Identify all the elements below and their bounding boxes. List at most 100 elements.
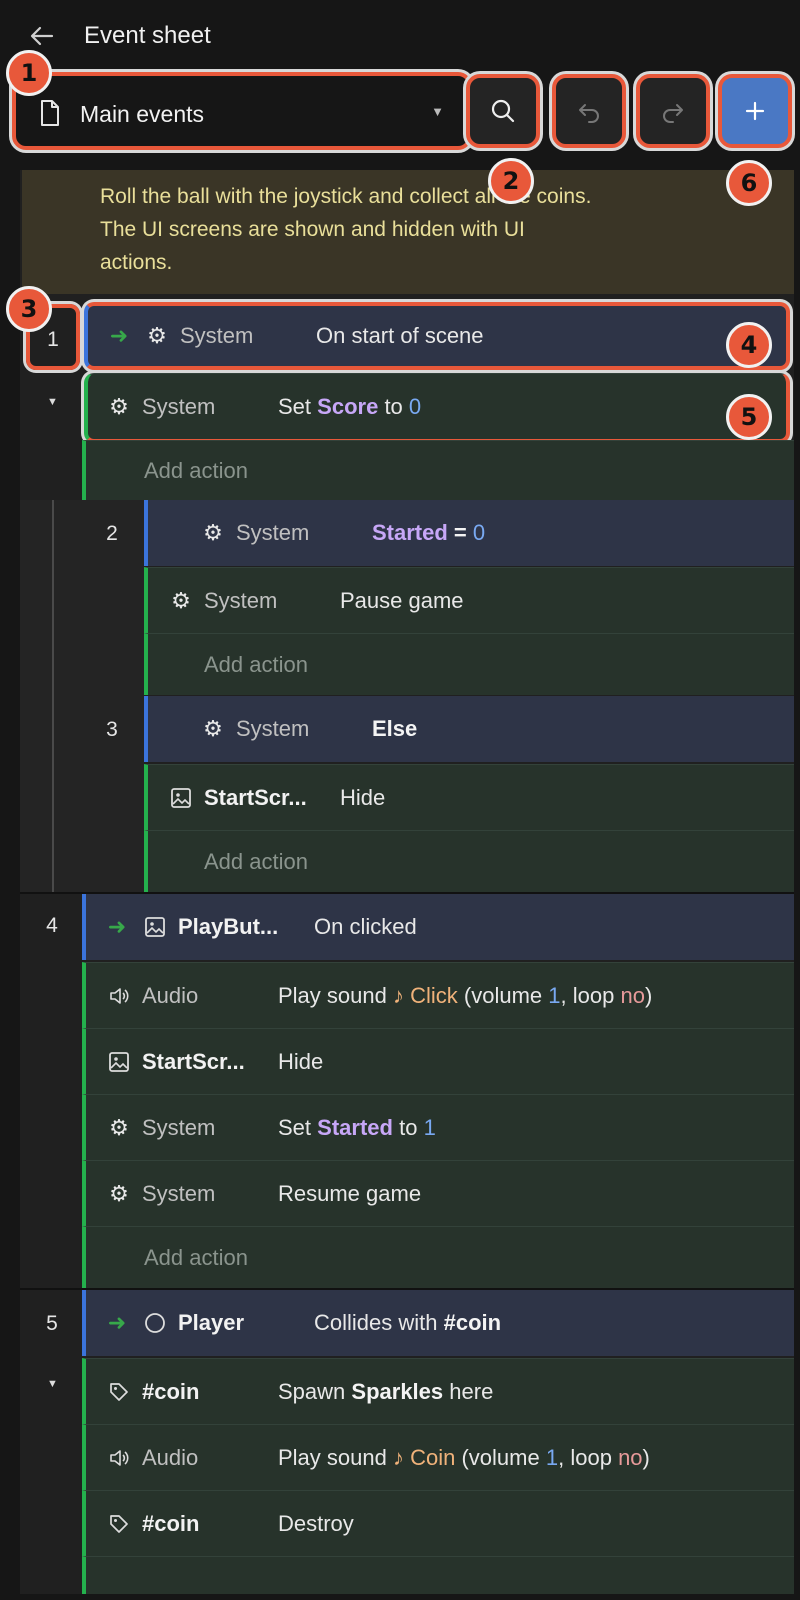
tag-name: #coin: [443, 1310, 502, 1335]
nesting-line: [52, 500, 54, 892]
redo-button[interactable]: [636, 74, 710, 148]
event-condition[interactable]: ➜ Player Collides with #coin: [82, 1290, 794, 1356]
action-text: to: [384, 393, 403, 419]
condition-object: System: [236, 716, 310, 741]
music-note-icon: ♪: [392, 982, 404, 1008]
trigger-arrow-icon: ➜: [107, 1310, 127, 1335]
action-object: System: [142, 1114, 216, 1140]
event-number[interactable]: 5: [32, 1312, 72, 1336]
image-icon: [104, 1051, 134, 1073]
gear-icon: ⚙: [171, 587, 191, 613]
action-object: Audio: [142, 982, 199, 1008]
collapse-arrow-icon[interactable]: ▼: [47, 396, 58, 408]
gear-icon: ⚙: [203, 716, 223, 741]
action-object: StartScr...: [142, 1048, 245, 1074]
event-action[interactable]: ⚙ System Set Started to 1: [82, 1094, 794, 1160]
action-text: to: [399, 1114, 418, 1140]
sheet-selector[interactable]: Main events ▼: [12, 72, 472, 150]
action-object: System: [204, 587, 278, 613]
event-condition[interactable]: ⚙ System Started = 0: [144, 500, 794, 566]
event-condition[interactable]: ➜ PlayBut... On clicked: [82, 894, 794, 960]
image-icon: [166, 787, 196, 809]
add-action-row[interactable]: Add action: [82, 440, 794, 500]
callout-badge-5: 5: [726, 394, 772, 440]
gear-icon: ⚙: [109, 393, 129, 419]
action-object: #coin: [142, 1378, 200, 1404]
event-number[interactable]: 2: [92, 522, 132, 546]
tag-icon: [104, 1381, 134, 1403]
add-action-row[interactable]: Add action: [82, 1226, 794, 1288]
action-object: StartScr...: [204, 784, 307, 810]
comment-line: actions.: [100, 251, 173, 274]
add-action-row[interactable]: Add action: [144, 633, 794, 695]
event-condition[interactable]: ➜ ⚙ System On start of scene: [84, 302, 790, 370]
sheet-selector-label: Main events: [80, 101, 205, 127]
action-text: Set: [278, 1114, 312, 1140]
action-text: , loop: [558, 1444, 612, 1470]
variable-name: Score: [317, 393, 379, 419]
event-action-partial: [82, 1556, 794, 1594]
operator: =: [453, 520, 467, 545]
search-button[interactable]: [466, 74, 540, 148]
action-text: Play sound: [278, 982, 387, 1008]
event-action[interactable]: StartScr... Hide: [144, 764, 794, 830]
add-action-row[interactable]: Add action: [144, 830, 794, 892]
header: Event sheet: [0, 0, 800, 68]
boolean-value: no: [620, 982, 645, 1008]
action-text: Hide: [340, 784, 386, 810]
event-action[interactable]: Audio Play sound ♪ Coin (volume 1 , loop…: [82, 1424, 794, 1490]
number-value: 1: [548, 982, 561, 1008]
event-action[interactable]: ⚙ System Set Score to 0: [84, 373, 790, 443]
condition-object: PlayBut...: [178, 914, 279, 939]
back-arrow-icon[interactable]: [26, 20, 58, 52]
event-action[interactable]: Audio Play sound ♪ Click (volume 1 , loo…: [82, 962, 794, 1028]
callout-badge-2: 2: [488, 158, 534, 204]
action-object: #coin: [142, 1510, 200, 1536]
condition-text: On start of scene: [316, 323, 484, 348]
redo-icon: [663, 104, 683, 123]
action-text: Play sound: [278, 1444, 387, 1470]
variable-name: Started: [372, 520, 448, 545]
action-text: Hide: [278, 1048, 324, 1074]
search-icon: [491, 99, 515, 123]
event-action[interactable]: StartScr... Hide: [82, 1028, 794, 1094]
event-sheet: Roll the ball with the joystick and coll…: [20, 170, 794, 1594]
action-object: Audio: [142, 1444, 199, 1470]
add-action-label: Add action: [204, 848, 308, 874]
action-text: ): [642, 1444, 650, 1470]
condition-object: System: [236, 520, 310, 545]
sub-event-number-column: [82, 500, 144, 892]
speaker-icon: [104, 985, 134, 1007]
trigger-arrow-icon: ➜: [107, 914, 127, 939]
event-action[interactable]: ⚙ System Pause game: [144, 567, 794, 633]
condition-object: System: [180, 323, 254, 348]
music-note-icon: ♪: [392, 1444, 404, 1470]
number-value: 1: [545, 1444, 559, 1470]
action-object: System: [142, 1180, 216, 1206]
action-object: System: [142, 393, 216, 419]
action-text: ): [644, 982, 653, 1008]
object-name: Sparkles: [351, 1378, 444, 1404]
chevron-down-icon: ▼: [431, 104, 444, 119]
trigger-arrow-icon: ➜: [109, 323, 129, 348]
callout-badge-6: 6: [726, 160, 772, 206]
condition-text: Else: [372, 716, 418, 741]
document-icon: [41, 100, 59, 126]
action-text: Destroy: [278, 1510, 354, 1536]
undo-button[interactable]: [552, 74, 626, 148]
speaker-icon: [104, 1447, 134, 1469]
event-action[interactable]: ⚙ System Resume game: [82, 1160, 794, 1226]
comment-block[interactable]: Roll the ball with the joystick and coll…: [22, 170, 794, 294]
event-action[interactable]: #coin Destroy: [82, 1490, 794, 1556]
comment-line: The UI screens are shown and hidden with…: [100, 218, 525, 241]
callout-badge-1: 1: [6, 50, 52, 96]
add-event-button[interactable]: [718, 74, 792, 148]
collapse-arrow-icon[interactable]: ▼: [47, 1378, 58, 1390]
plus-icon: [745, 101, 765, 121]
event-condition[interactable]: ⚙ System Else: [144, 696, 794, 762]
action-text: Resume game: [278, 1180, 422, 1206]
event-number[interactable]: 3: [92, 718, 132, 742]
action-text: (volume: [463, 982, 543, 1008]
event-action[interactable]: #coin Spawn Sparkles here: [82, 1358, 794, 1424]
event-number[interactable]: 4: [32, 914, 72, 938]
